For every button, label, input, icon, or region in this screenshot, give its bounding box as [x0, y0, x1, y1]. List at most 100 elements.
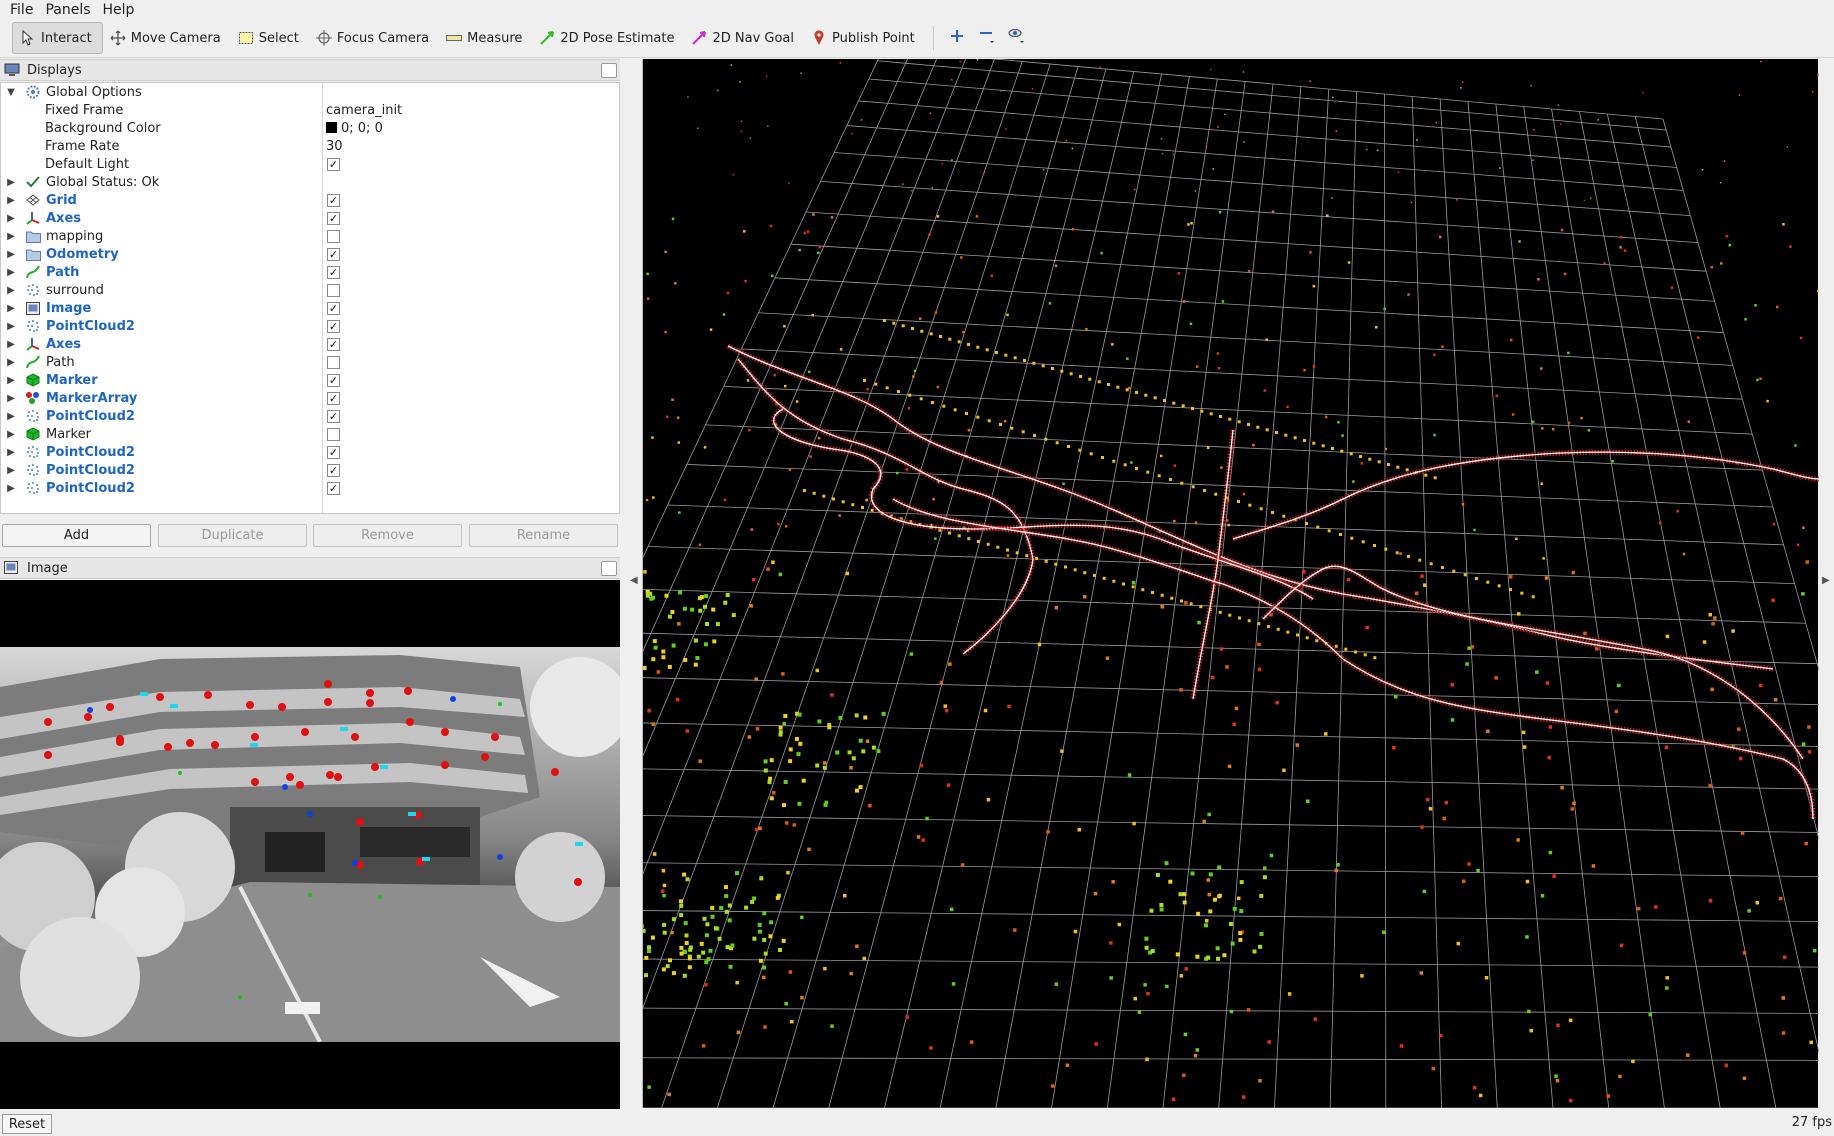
view-tool-button[interactable]	[1002, 23, 1032, 53]
expand-arrow-icon[interactable]: ▶	[6, 249, 16, 260]
point	[1194, 521, 1198, 524]
frame-rate-value[interactable]: 30	[326, 139, 343, 154]
display-row-marker[interactable]: ▶ Marker ✓	[1, 371, 619, 389]
menu-panels[interactable]: Panels	[41, 2, 98, 18]
display-enabled-checkbox[interactable]: ✓	[327, 409, 340, 423]
display-enabled-checkbox[interactable]	[327, 283, 340, 297]
tool-focus-camera[interactable]: Focus Camera	[309, 22, 439, 54]
tree-row-global-options[interactable]: ▼ Global Options	[1, 83, 619, 101]
image-view[interactable]	[0, 580, 620, 1109]
display-row-axes[interactable]: ▶ Axes ✓	[1, 209, 619, 227]
expand-arrow-icon[interactable]: ▶	[6, 447, 16, 458]
display-enabled-checkbox[interactable]: ✓	[327, 337, 340, 351]
display-enabled-checkbox[interactable]: ✓	[327, 373, 340, 387]
remove-tool-button[interactable]	[972, 23, 1002, 53]
menu-file[interactable]: File	[6, 2, 41, 18]
expand-arrow-icon[interactable]: ▼	[6, 87, 16, 98]
tool-2d-pose-estimate[interactable]: 2D Pose Estimate	[532, 22, 684, 54]
tool-publish-point[interactable]: Publish Point	[804, 22, 925, 54]
display-enabled-checkbox[interactable]: ✓	[327, 301, 340, 315]
expand-arrow-icon[interactable]: ▶	[6, 393, 16, 404]
point	[705, 922, 710, 927]
point	[1182, 892, 1187, 897]
tool-move-camera[interactable]: Move Camera	[103, 22, 231, 54]
expand-arrow-icon[interactable]: ▶	[6, 375, 16, 386]
expand-arrow-icon[interactable]: ▶	[6, 465, 16, 476]
display-enabled-checkbox[interactable]: ✓	[327, 463, 340, 477]
expand-arrow-icon[interactable]: ▶	[6, 411, 16, 422]
display-row-path[interactable]: ▶ Path	[1, 353, 619, 371]
display-row-axes[interactable]: ▶ Axes ✓	[1, 335, 619, 353]
rename-button[interactable]: Rename	[469, 524, 618, 547]
tool-interact[interactable]: Interact	[12, 22, 103, 54]
expand-arrow-icon[interactable]: ▶	[6, 429, 16, 440]
point	[1000, 89, 1002, 92]
point	[1191, 485, 1195, 489]
add-tool-button[interactable]	[942, 23, 972, 53]
display-enabled-checkbox[interactable]: ✓	[327, 247, 340, 261]
tool-select[interactable]: Select	[231, 22, 309, 54]
display-row-odometry[interactable]: ▶ Odometry ✓	[1, 245, 619, 263]
display-enabled-checkbox[interactable]	[327, 355, 340, 369]
expand-arrow-icon[interactable]: ▶	[6, 339, 16, 350]
expand-arrow-icon[interactable]: ▶	[6, 303, 16, 314]
point	[778, 730, 783, 735]
reset-button[interactable]: Reset	[2, 1114, 52, 1134]
display-row-grid[interactable]: ▶ Grid ✓	[1, 191, 619, 209]
point	[939, 680, 944, 685]
tree-row-frame-rate[interactable]: Frame Rate 30	[1, 137, 619, 155]
display-enabled-checkbox[interactable]: ✓	[327, 391, 340, 405]
display-row-path[interactable]: ▶ Path ✓	[1, 263, 619, 281]
background-color-value[interactable]: 0; 0; 0	[326, 121, 383, 136]
point	[1205, 145, 1208, 148]
panel-float-button[interactable]	[601, 561, 617, 576]
display-row-surround[interactable]: ▶ surround	[1, 281, 619, 299]
display-enabled-checkbox[interactable]: ✓	[327, 319, 340, 333]
expand-arrow-icon[interactable]: ▶	[6, 267, 16, 278]
display-enabled-checkbox[interactable]: ✓	[327, 481, 340, 495]
add-button[interactable]: Add	[2, 524, 151, 547]
point	[1182, 900, 1187, 905]
expand-arrow-icon[interactable]: ▶	[6, 177, 16, 188]
tree-row-fixed-frame[interactable]: Fixed Frame camera_init	[1, 101, 619, 119]
remove-button[interactable]: Remove	[313, 524, 462, 547]
display-enabled-checkbox[interactable]: ✓	[327, 211, 340, 225]
path-icon	[25, 264, 41, 280]
display-row-marker[interactable]: ▶ Marker	[1, 425, 619, 443]
render-3d-view[interactable]	[382, 48, 1834, 1109]
display-row-pointcloud2[interactable]: ▶ PointCloud2 ✓	[1, 461, 619, 479]
display-row-pointcloud2[interactable]: ▶ PointCloud2 ✓	[1, 479, 619, 497]
tree-row-background-color[interactable]: Background Color 0; 0; 0	[1, 119, 619, 137]
display-enabled-checkbox[interactable]: ✓	[327, 445, 340, 459]
point	[1165, 984, 1169, 989]
fixed-frame-value[interactable]: camera_init	[326, 103, 402, 118]
expand-arrow-icon[interactable]: ▶	[6, 357, 16, 368]
expand-arrow-icon[interactable]: ▶	[6, 321, 16, 332]
display-row-markerarray[interactable]: ▶ MarkerArray ✓	[1, 389, 619, 407]
display-row-pointcloud2[interactable]: ▶ PointCloud2 ✓	[1, 443, 619, 461]
display-row-pointcloud2[interactable]: ▶ PointCloud2 ✓	[1, 407, 619, 425]
tree-row-global-status[interactable]: ▶ Global Status: Ok	[1, 173, 619, 191]
point	[1226, 519, 1229, 522]
display-enabled-checkbox[interactable]: ✓	[327, 265, 340, 279]
tree-row-default-light[interactable]: Default Light ✓	[1, 155, 619, 173]
expand-arrow-icon[interactable]: ▶	[6, 195, 16, 206]
display-enabled-checkbox[interactable]	[327, 229, 340, 243]
splitter-left-arrow-icon[interactable]: ◀	[630, 575, 638, 586]
default-light-checkbox[interactable]: ✓	[327, 157, 340, 171]
display-enabled-checkbox[interactable]: ✓	[327, 193, 340, 207]
expand-arrow-icon[interactable]: ▶	[6, 483, 16, 494]
expand-arrow-icon[interactable]: ▶	[6, 285, 16, 296]
display-row-image[interactable]: ▶ Image ✓	[1, 299, 619, 317]
expand-arrow-icon[interactable]: ▶	[6, 231, 16, 242]
display-row-pointcloud2[interactable]: ▶ PointCloud2 ✓	[1, 317, 619, 335]
tool-measure[interactable]: Measure	[439, 22, 532, 54]
duplicate-button[interactable]: Duplicate	[158, 524, 307, 547]
menu-help[interactable]: Help	[99, 2, 143, 18]
tool-2d-nav-goal[interactable]: 2D Nav Goal	[684, 22, 804, 54]
panel-float-button[interactable]	[601, 63, 617, 78]
expand-arrow-icon[interactable]: ▶	[6, 213, 16, 224]
splitter-right-arrow-icon[interactable]: ▶	[1822, 575, 1830, 586]
display-row-mapping[interactable]: ▶ mapping	[1, 227, 619, 245]
display-enabled-checkbox[interactable]	[327, 427, 340, 441]
